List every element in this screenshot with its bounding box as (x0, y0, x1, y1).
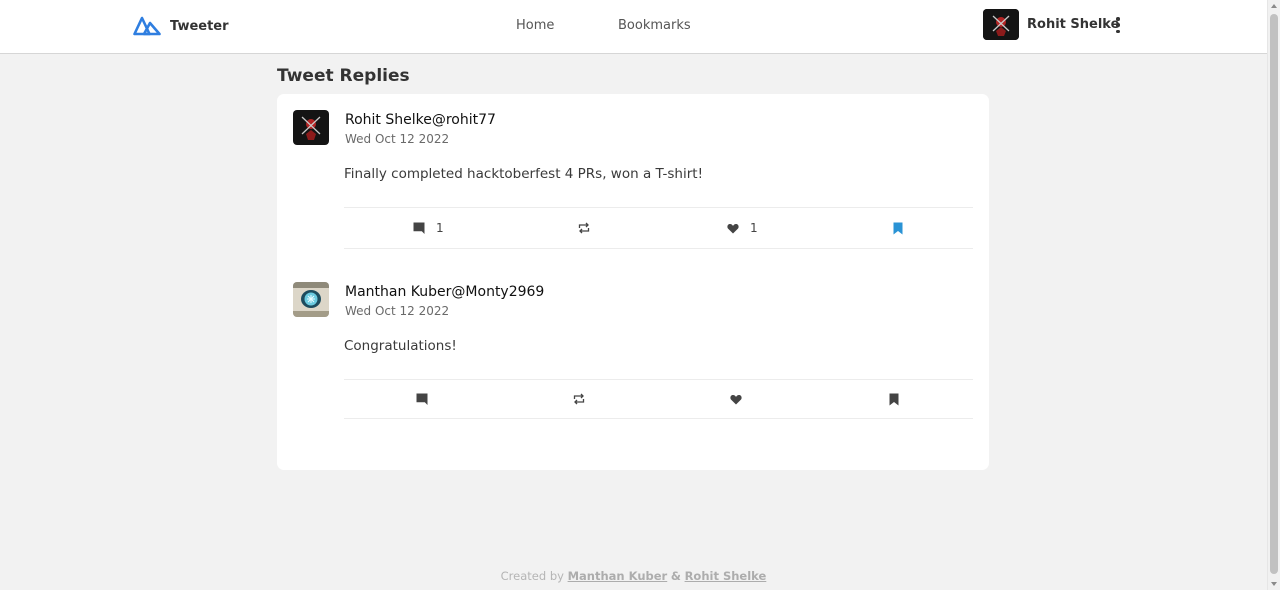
footer-author-link[interactable]: Manthan Kuber (568, 569, 668, 583)
avatar[interactable] (293, 282, 329, 317)
like-button[interactable] (730, 380, 753, 418)
like-button[interactable]: 1 (727, 208, 758, 248)
tweet-author-handle: @Monty2969 (451, 284, 545, 300)
page-title: Tweet Replies (277, 66, 410, 86)
kebab-menu-icon[interactable] (1111, 16, 1125, 34)
tweet-text: Congratulations! (344, 338, 457, 354)
brand[interactable]: Tweeter (133, 15, 229, 37)
tweet-date: Wed Oct 12 2022 (345, 304, 450, 318)
bookmark-icon (893, 222, 903, 234)
retweet-button[interactable] (573, 380, 585, 418)
heart-icon (730, 394, 742, 404)
footer-separator: & (670, 569, 681, 583)
replies-card: Rohit Shelke@rohit77 Wed Oct 12 2022 Fin… (277, 94, 989, 470)
scrollbar-thumb[interactable] (1270, 14, 1278, 574)
tweet-author-handle: @rohit77 (431, 112, 496, 128)
avatar (983, 9, 1019, 40)
heart-icon (727, 223, 739, 233)
user-profile[interactable]: Rohit Shelke (983, 9, 1119, 40)
tweet-actions: 1 1 (344, 207, 973, 249)
bookmark-button[interactable] (893, 208, 903, 248)
scrollbar[interactable] (1267, 0, 1280, 590)
tweet-date: Wed Oct 12 2022 (345, 132, 450, 146)
footer-credits: Created by Manthan Kuber & Rohit Shelke (0, 569, 1267, 583)
tweet-author-name: Manthan Kuber (345, 284, 452, 300)
nav-home-link[interactable]: Home (516, 18, 554, 33)
tweet-author-line[interactable]: Manthan Kuber@Monty2969 (345, 284, 544, 300)
bookmark-button[interactable] (889, 380, 899, 418)
bookmark-icon (889, 393, 899, 405)
retweet-icon (578, 222, 590, 234)
comment-icon (413, 222, 425, 234)
footer-author-link[interactable]: Rohit Shelke (685, 569, 767, 583)
scroll-down-arrow-icon[interactable] (1271, 582, 1277, 586)
nav-bookmarks-link[interactable]: Bookmarks (618, 18, 691, 33)
retweet-button[interactable] (578, 208, 590, 248)
retweet-icon (573, 393, 585, 405)
avatar[interactable] (293, 110, 329, 145)
reply-count: 1 (436, 221, 444, 235)
scroll-up-arrow-icon[interactable] (1271, 4, 1277, 8)
logo-icon (133, 16, 161, 36)
tweet-actions (344, 379, 973, 419)
reply-button[interactable] (416, 380, 439, 418)
footer-prefix: Created by (500, 569, 564, 583)
tweet-author-line[interactable]: Rohit Shelke@rohit77 (345, 112, 496, 128)
reply-button[interactable]: 1 (413, 208, 444, 248)
top-navbar: Tweeter Home Bookmarks Rohit Shelke (0, 0, 1267, 54)
brand-name: Tweeter (170, 18, 229, 34)
comment-icon (416, 393, 428, 405)
user-name: Rohit Shelke (1027, 17, 1120, 32)
tweet-text: Finally completed hacktoberfest 4 PRs, w… (344, 166, 703, 182)
like-count: 1 (750, 221, 758, 235)
tweet-author-name: Rohit Shelke (345, 112, 432, 128)
